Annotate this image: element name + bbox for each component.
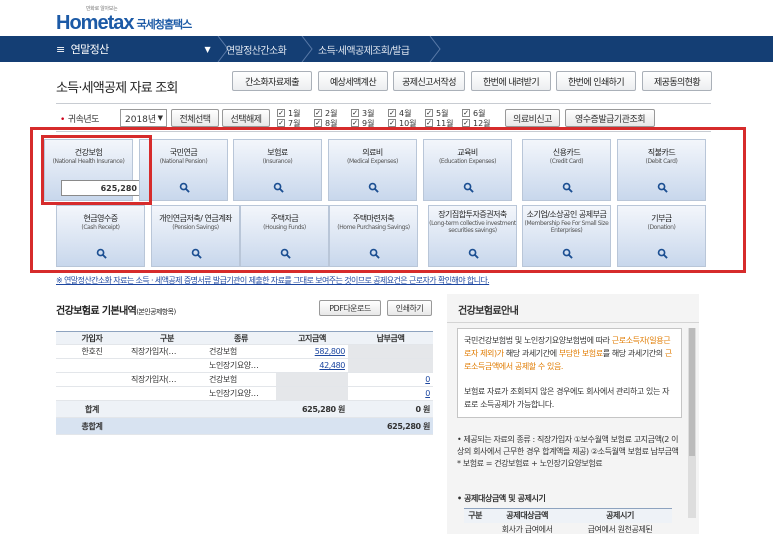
month-checkbox[interactable]: ✓ 1월 xyxy=(277,108,300,118)
hamburger-icon: ≡ xyxy=(56,42,65,56)
health-insurance-table: 가입자 구분 종류 고지금액 납부금액 한호진 직장가입자(… 건강보험 582… xyxy=(56,331,433,435)
print-button[interactable]: 인쇄하기 xyxy=(387,300,432,316)
table-row: 노인장기요양… 42,480 xyxy=(56,358,433,373)
deduction-timing-table: 구분 공제대상금액 공제시기 회사가 급여에서 급여에서 원천공제된 xyxy=(464,508,672,534)
guide-title: 건강보험료안내 xyxy=(458,306,519,317)
detail-section-title: 건강보험료 기본내역(본인공제항목) xyxy=(56,306,176,317)
logo-korean: 국세청홈택스 xyxy=(136,18,192,31)
deselect-all-button[interactable]: 선택해제 xyxy=(222,109,270,127)
nav-menu-dropdown[interactable]: ≡ 연말정산 ▼ xyxy=(56,36,216,62)
print-all-button[interactable]: 한번에 인쇄하기 xyxy=(556,71,636,91)
breadcrumb-separator-icon xyxy=(429,36,441,62)
notice-amount-link[interactable]: 582,800 xyxy=(315,347,346,356)
select-all-button[interactable]: 전체선택 xyxy=(171,109,219,127)
month-checkbox[interactable]: ✓ 5월 xyxy=(425,108,448,118)
table-row: 노인장기요양… 0 xyxy=(56,386,433,401)
breadcrumb-separator-icon xyxy=(301,36,313,62)
month-checkbox[interactable]: ✓ 4월 xyxy=(388,108,411,118)
breadcrumb-deduction-query[interactable]: 소득·세액공제조회/발급 xyxy=(318,36,410,62)
guide-bullet-data-types: • 제공되는 자료의 종류 : 직장가입자 ①보수월액 보험료 고지금액(2 이… xyxy=(457,435,679,468)
guide-scrollbar[interactable] xyxy=(688,328,696,518)
month-checkbox[interactable]: ✓ 2월 xyxy=(314,108,337,118)
notice-amount-link[interactable]: 42,480 xyxy=(319,361,345,370)
filter-bar: • 귀속년도 2018년 ▼ 전체선택 선택해제 ✓ 1월 ✓ 2월 ✓ 3월 ✓ 4월 ✓… xyxy=(56,107,711,129)
grand-total-row: 총합계 625,280 원 xyxy=(56,417,433,435)
logo-wordmark: Hometax xyxy=(56,12,134,34)
guide-description: 국민건강보험법 및 노인장기요양보험법에 따라 근로소득자(일용근로자 제외)가… xyxy=(457,328,682,418)
guide-panel: 건강보험료안내 국민건강보험법 및 노인장기요양보험법에 따라 근로소득자(일용… xyxy=(447,294,699,534)
receipt-issuer-lookup-button[interactable]: 영수증발급기관조회 xyxy=(565,109,655,127)
month-checkbox[interactable]: ✓ 6월 xyxy=(462,108,485,118)
medical-report-button[interactable]: 의료비신고 xyxy=(505,109,560,127)
month-checkbox[interactable]: ✓ 3월 xyxy=(351,108,374,118)
chevron-down-icon: ▼ xyxy=(157,114,163,122)
breadcrumb-yearend[interactable]: 연말정산간소화 xyxy=(226,36,287,62)
divider xyxy=(447,322,699,323)
table-row: 직장가입자(… 건강보험 0 xyxy=(56,372,433,387)
write-deduction-form-button[interactable]: 공제신고서작성 xyxy=(393,71,465,91)
nav-menu-label: 연말정산 xyxy=(70,43,110,56)
paid-amount-link[interactable]: 0 xyxy=(425,389,430,398)
pdf-download-button[interactable]: PDF다운로드 xyxy=(319,300,381,316)
consent-status-button[interactable]: 제공동의현황 xyxy=(642,71,712,91)
paid-amount-link[interactable]: 0 xyxy=(425,375,430,384)
guide-bullet-deduction: • 공제대상금액 및 공제시기 xyxy=(457,494,546,503)
download-all-button[interactable]: 한번에 내려받기 xyxy=(471,71,551,91)
year-select[interactable]: 2018년 ▼ xyxy=(120,109,167,127)
notice-text: ※ 연말정산간소화 자료는 소득 · 세액공제 증명서류 발급기관이 제출한 자… xyxy=(56,276,490,285)
hometax-logo[interactable]: 만화로 알아보는 Hometax 국세청홈택스 xyxy=(56,5,192,35)
submit-simplified-data-button[interactable]: 간소화자료제출 xyxy=(232,71,312,91)
top-nav: ≡ 연말정산 ▼ 연말정산간소화 소득·세액공제조회/발급 xyxy=(0,36,773,62)
divider xyxy=(56,103,711,104)
scrollbar-thumb[interactable] xyxy=(689,328,695,456)
highlight-box-health-insurance xyxy=(41,135,152,205)
page-title: 소득·세액공제 자료 조회 xyxy=(56,81,178,96)
subtotal-row: 합계 625,280 원 0 원 xyxy=(56,400,433,418)
estimate-tax-button[interactable]: 예상세액계산 xyxy=(318,71,388,91)
year-label: • 귀속년도 xyxy=(60,115,99,125)
screen: 만화로 알아보는 Hometax 국세청홈택스 ≡ 연말정산 ▼ 연말정산간소화… xyxy=(0,0,773,534)
table-header-row: 가입자 구분 종류 고지금액 납부금액 xyxy=(56,331,433,345)
table-row: 한호진 직장가입자(… 건강보험 582,800 xyxy=(56,344,433,359)
logo-tagline: 만화로 알아보는 xyxy=(86,6,118,12)
dropdown-arrow-icon: ▼ xyxy=(204,44,210,54)
